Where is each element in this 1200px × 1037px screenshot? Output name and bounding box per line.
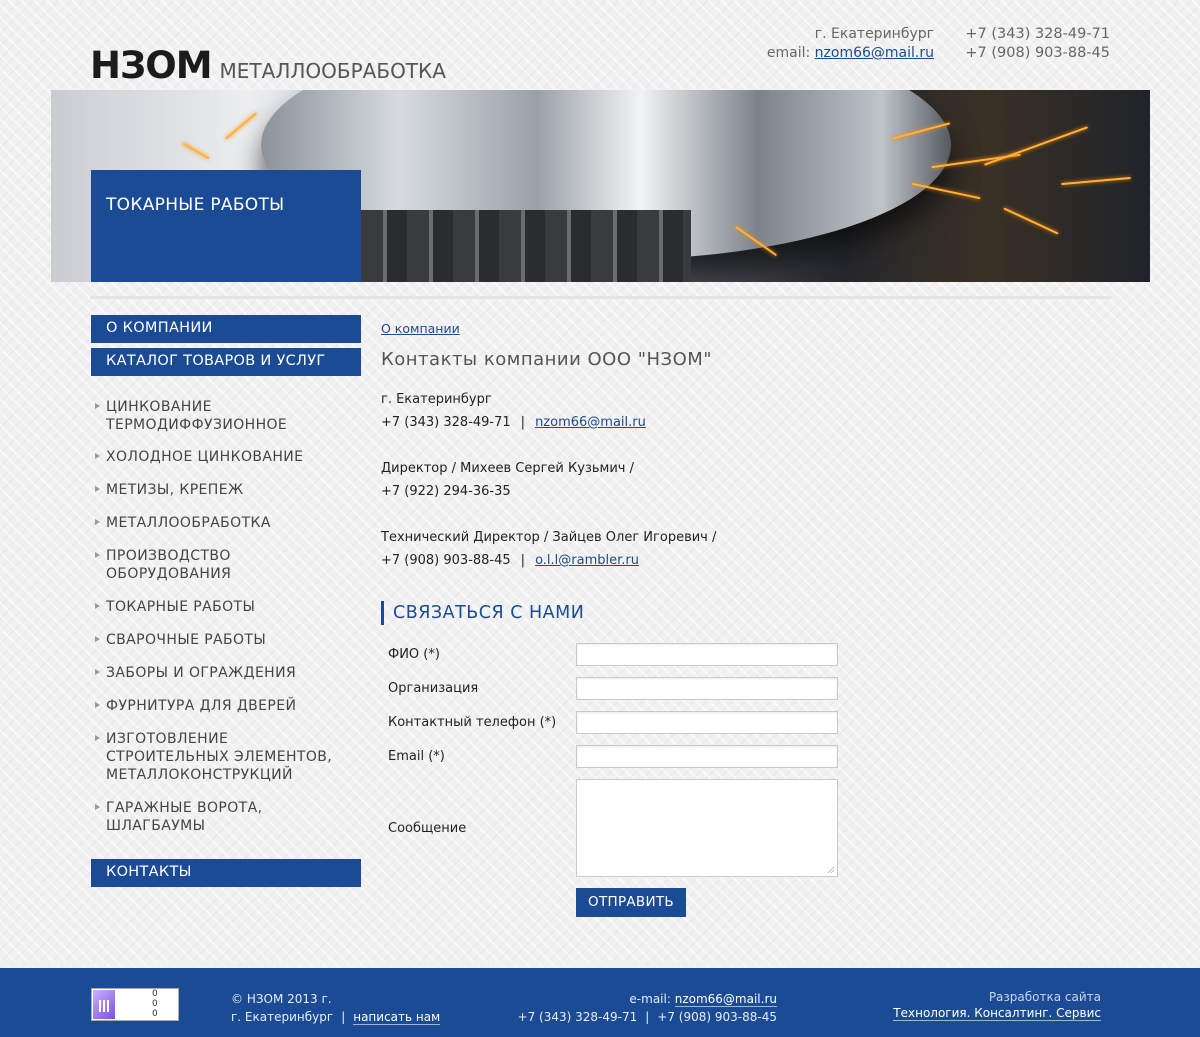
nav-contacts-button[interactable]: КОНТАКТЫ (91, 859, 361, 887)
separator: | (520, 415, 526, 430)
footer-phone-2: +7 (908) 903-88-45 (657, 1010, 777, 1024)
catalog-item[interactable]: ХОЛОДНОЕ ЦИНКОВАНИЕ (91, 448, 361, 466)
tech-director-name: Технический Директор / Зайцев Олег Игоре… (381, 530, 717, 545)
footer: 0 0 0 © НЗОМ 2013 г. г. Екатеринбург | нап… (0, 962, 1200, 1037)
banner-metal-block (361, 210, 691, 282)
footer-city: г. Екатеринбург (231, 1010, 334, 1024)
banner-title: ТОКАРНЫЕ РАБОТЫ (106, 195, 285, 215)
header-phone-1: +7 (343) 328-49-71 (965, 26, 1110, 42)
director-name: Директор / Михеев Сергей Кузьмич / (381, 461, 634, 476)
phone-input[interactable] (576, 711, 838, 734)
site-logo[interactable]: НЗОМ МЕТАЛЛООБРАБОТКА (90, 44, 446, 87)
catalog-item[interactable]: ТОКАРНЫЕ РАБОТЫ (91, 598, 361, 616)
footer-email-line: e-mail: nzom66@mail.ru (629, 992, 777, 1007)
page-title: Контакты компании ООО "НЗОМ" (381, 349, 713, 370)
breadcrumb-about[interactable]: О компании (381, 321, 460, 336)
header-email-link[interactable]: nzom66@mail.ru (815, 45, 934, 61)
footer-write-us-link[interactable]: написать нам (353, 1010, 441, 1025)
tech-director-email-link[interactable]: o.l.l@rambler.ru (535, 553, 639, 568)
nav-about-button[interactable]: О КОМПАНИИ (91, 315, 361, 343)
company-phone: +7 (343) 328-49-71 (381, 415, 511, 430)
spark (1003, 207, 1059, 235)
catalog-item[interactable]: ЗАБОРЫ И ОГРАЖДЕНИЯ (91, 664, 361, 682)
footer-email-label: e-mail: (629, 992, 671, 1006)
header-city: г. Екатеринбург (814, 26, 934, 42)
footer-dev-link[interactable]: Технология. Консалтинг. Сервис (893, 1006, 1101, 1021)
separator: | (341, 1010, 346, 1024)
catalog-item[interactable]: ПРОИЗВОДСТВО ОБОРУДОВАНИЯ (91, 547, 361, 583)
bar-chart-icon (99, 1000, 111, 1012)
nav-catalog-button[interactable]: КАТАЛОГ ТОВАРОВ И УСЛУГ (91, 348, 361, 376)
catalog-item[interactable]: ГАРАЖНЫЕ ВОРОТА, ШЛАГБАУМЫ (91, 799, 361, 835)
message-textarea[interactable] (576, 779, 838, 877)
header-phone-2: +7 (908) 903-88-45 (965, 45, 1110, 61)
banner-title-box: ТОКАРНЫЕ РАБОТЫ (91, 170, 361, 282)
spark (182, 142, 210, 160)
logo-main-text: НЗОМ (90, 44, 213, 87)
footer-email-link[interactable]: nzom66@mail.ru (674, 992, 777, 1007)
organization-label: Организация (388, 681, 479, 696)
spark (225, 112, 257, 140)
phone-label: Контактный телефон (*) (388, 715, 557, 730)
header-divider (90, 296, 1111, 299)
company-contacts-line: +7 (343) 328-49-71 | nzom66@mail.ru (381, 415, 646, 430)
message-label: Сообщение (388, 821, 467, 836)
company-city: г. Екатеринбург (381, 392, 492, 407)
email-input[interactable] (576, 745, 838, 768)
footer-dev-label: Разработка сайта (988, 990, 1101, 1004)
footer-wave-edge (0, 962, 1200, 970)
catalog-item[interactable]: МЕТИЗЫ, КРЕПЕЖ (91, 481, 361, 499)
catalog-item[interactable]: СВАРОЧНЫЕ РАБОТЫ (91, 631, 361, 649)
catalog-item[interactable]: ФУРНИТУРА ДЛЯ ДВЕРЕЙ (91, 697, 361, 715)
counter-values: 0 0 0 (152, 989, 158, 1019)
catalog-item[interactable]: ЦИНКОВАНИЕ ТЕРМОДИФФУЗИОННОЕ (91, 398, 361, 434)
logo-sub-text: МЕТАЛЛООБРАБОТКА (219, 59, 446, 83)
email-label: Email (*) (388, 749, 445, 764)
fio-label: ФИО (*) (388, 647, 440, 662)
footer-dev-line: Технология. Консалтинг. Сервис (893, 1006, 1101, 1021)
header-email-label: email: (766, 45, 811, 61)
tech-director-contacts: +7 (908) 903-88-45 | o.l.l@rambler.ru (381, 553, 639, 568)
footer-city-line: г. Екатеринбург | написать нам (231, 1010, 441, 1025)
tech-director-phone: +7 (908) 903-88-45 (381, 553, 511, 568)
hero-banner: ТОКАРНЫЕ РАБОТЫ (51, 90, 1150, 282)
header-email-line: email: nzom66@mail.ru (734, 45, 934, 64)
resize-handle-icon[interactable] (827, 866, 834, 873)
footer-phones: +7 (343) 328-49-71 | +7 (908) 903-88-45 (518, 1010, 777, 1024)
header-contacts: г. Екатеринбург +7 (343) 328-49-71 email… (734, 26, 1110, 64)
counter-logo-icon (93, 990, 115, 1019)
contact-form-heading: СВЯЗАТЬСЯ С НАМИ (381, 601, 584, 625)
catalog-item[interactable]: МЕТАЛЛООБРАБОТКА (91, 514, 361, 532)
spark (983, 126, 1089, 166)
separator: | (520, 553, 526, 568)
submit-button[interactable]: ОТПРАВИТЬ (576, 888, 686, 917)
company-email-link[interactable]: nzom66@mail.ru (535, 415, 646, 430)
visit-counter[interactable]: 0 0 0 (91, 988, 179, 1021)
footer-copyright: © НЗОМ 2013 г. (231, 992, 332, 1006)
footer-phone-1: +7 (343) 328-49-71 (517, 1010, 638, 1024)
spark (1061, 176, 1131, 186)
organization-input[interactable] (576, 677, 838, 700)
director-phone: +7 (922) 294-36-35 (381, 484, 511, 499)
separator: | (645, 1010, 650, 1024)
catalog-item[interactable]: ИЗГОТОВЛЕНИЕ СТРОИТЕЛЬНЫХ ЭЛЕМЕНТОВ, МЕТ… (91, 730, 361, 784)
fio-input[interactable] (576, 643, 838, 666)
